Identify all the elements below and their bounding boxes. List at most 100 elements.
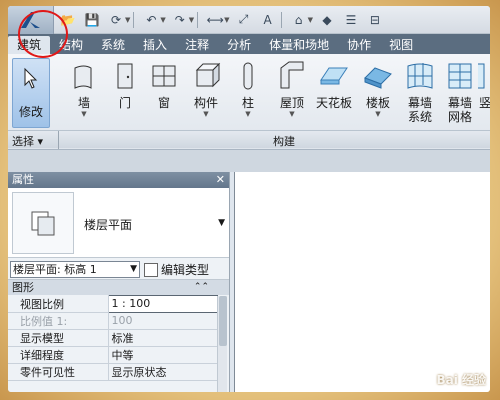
curtain-system-button[interactable]: 幕墙 系统	[400, 58, 440, 128]
tool-label: 门	[118, 96, 131, 110]
ceiling-button[interactable]: 天花板	[314, 58, 354, 128]
chevron-down-icon[interactable]: ▼	[218, 218, 225, 228]
chevron-down-icon[interactable]: ▼	[81, 110, 86, 118]
scrollbar-thumb[interactable]	[219, 296, 227, 346]
tool-label: 构件	[193, 96, 218, 110]
chevron-down-icon[interactable]: ▼	[160, 16, 165, 24]
separator	[133, 11, 135, 28]
tool-label: 天花板	[315, 96, 352, 110]
edit-type-button[interactable]: 编辑类型	[144, 261, 209, 278]
curtain-grid-icon	[448, 63, 472, 89]
modify-button[interactable]: 修改	[12, 58, 50, 128]
table-row: 比例值 1: 100	[8, 312, 218, 330]
floor-button[interactable]: 楼板 ▼	[358, 58, 398, 128]
ribbon-group-bar: 选择 ▾ 构建	[8, 130, 490, 149]
property-key: 显示模型	[8, 329, 109, 347]
tab-massing-site[interactable]: 体量和场地	[260, 36, 338, 54]
properties-title-bar[interactable]: 属性 ✕	[8, 172, 229, 188]
property-value[interactable]: 1 : 100	[107, 295, 218, 313]
cursor-icon	[24, 67, 38, 89]
property-value: 100	[108, 312, 218, 330]
dimension-icon[interactable]: ⤢	[234, 11, 254, 29]
section-label: 图形	[12, 281, 34, 294]
close-icon[interactable]: ✕	[216, 172, 225, 188]
tab-collaborate[interactable]: 协作	[338, 36, 380, 54]
drawing-canvas[interactable]	[234, 172, 490, 392]
properties-title: 属性	[12, 173, 34, 186]
tool-label: 竖	[478, 96, 490, 110]
property-key: 零件可见性	[8, 363, 109, 381]
door-button[interactable]: 门	[105, 58, 145, 128]
tab-annotate[interactable]: 注释	[176, 36, 218, 54]
tool-label: 墙	[77, 96, 90, 110]
close-hidden-icon[interactable]: ⊟	[365, 11, 385, 29]
redo-icon[interactable]: ↷	[170, 11, 190, 29]
tag-icon[interactable]: ◆	[317, 11, 337, 29]
options-bar	[8, 150, 490, 172]
separator	[280, 11, 282, 28]
wall-button[interactable]: 墙 ▼	[64, 58, 104, 128]
separator	[197, 11, 199, 28]
property-key: 视图比例	[8, 295, 109, 313]
door-icon	[117, 63, 133, 89]
3d-view-icon[interactable]: ⌂	[289, 11, 309, 29]
save-icon[interactable]: 💾	[82, 11, 102, 29]
collapse-icon[interactable]: ⌃⌃	[194, 280, 209, 295]
table-row: 详细程度 中等	[8, 346, 218, 364]
chevron-down-icon[interactable]: ▼	[245, 110, 250, 118]
list-icon[interactable]: ☰	[341, 11, 361, 29]
select-group-dropdown[interactable]: 选择 ▾	[12, 133, 43, 149]
tab-systems[interactable]: 系统	[92, 36, 134, 54]
component-button[interactable]: 构件 ▼	[186, 58, 226, 128]
tab-view[interactable]: 视图	[380, 36, 422, 54]
chevron-down-icon[interactable]: ▼	[189, 16, 194, 24]
text-icon[interactable]: A	[258, 11, 278, 29]
roof-icon	[280, 61, 304, 89]
chevron-down-icon[interactable]: ▼	[224, 16, 229, 24]
property-key: 比例值 1:	[8, 312, 109, 330]
property-table: 视图比例 1 : 100 比例值 1: 100 显示模型 标准 详细程度 中等 …	[8, 295, 218, 381]
tool-label: 楼板	[365, 96, 390, 110]
tool-label: 幕墙 网格	[447, 96, 472, 124]
tab-insert[interactable]: 插入	[134, 36, 176, 54]
property-value[interactable]: 显示原状态	[108, 363, 218, 381]
tool-label: 柱	[241, 96, 254, 110]
floor-plan-thumbnail	[12, 192, 74, 254]
properties-scrollbar[interactable]	[217, 296, 227, 392]
graphics-section-header[interactable]: 图形 ⌃⌃	[8, 280, 229, 295]
window-icon	[152, 65, 176, 87]
curtain-system-icon	[407, 63, 433, 89]
quick-access-toolbar: 📂 💾 ⟳ ▼ ↶ ▼ ↷ ▼ ⟷ ▼ ⤢ A ⌂ ▼ ◆ ☰ ⊟	[8, 6, 490, 34]
mullion-button[interactable]: 竖	[478, 58, 490, 128]
tab-analyze[interactable]: 分析	[218, 36, 260, 54]
chevron-down-icon[interactable]: ▼	[375, 110, 380, 118]
column-icon	[243, 62, 253, 90]
highlight-annotation-circle	[18, 10, 68, 58]
component-icon	[195, 62, 221, 88]
sync-icon[interactable]: ⟳	[106, 11, 126, 29]
instance-filter-select[interactable]: 楼层平面: 标高 1 ▼	[10, 261, 140, 278]
column-button[interactable]: 柱 ▼	[228, 58, 268, 128]
chevron-down-icon[interactable]: ▼	[308, 16, 313, 24]
tool-label: 窗	[157, 96, 170, 110]
property-key: 详细程度	[8, 346, 109, 364]
build-group-label: 构建	[273, 135, 295, 148]
revit-window: 📂 💾 ⟳ ▼ ↶ ▼ ↷ ▼ ⟷ ▼ ⤢ A ⌂ ▼ ◆ ☰ ⊟ 建筑 结构 系统 插入…	[8, 6, 490, 392]
curtain-grid-button[interactable]: 幕墙 网格	[440, 58, 480, 128]
table-row: 视图比例 1 : 100	[8, 295, 218, 313]
chevron-down-icon[interactable]: ▼	[289, 110, 294, 118]
type-selector[interactable]: 楼层平面 ▼	[8, 188, 229, 258]
chevron-down-icon[interactable]: ▼	[130, 262, 137, 277]
tool-label: 屋顶	[279, 96, 304, 110]
measure-icon[interactable]: ⟷	[205, 11, 225, 29]
property-value[interactable]: 中等	[108, 346, 218, 364]
roof-button[interactable]: 屋顶 ▼	[272, 58, 312, 128]
property-value[interactable]: 标准	[108, 329, 218, 347]
ceiling-icon	[320, 67, 348, 85]
window-button[interactable]: 窗	[144, 58, 184, 128]
undo-icon[interactable]: ↶	[141, 11, 161, 29]
ribbon-tabs: 建筑 结构 系统 插入 注释 分析 体量和场地 协作 视图	[8, 34, 490, 54]
ribbon-panel: 修改 墙 ▼ 门 窗 构件 ▼ 柱 ▼ 屋顶 ▼ 天花板 楼板 ▼ 幕墙 系统 …	[8, 54, 490, 150]
chevron-down-icon[interactable]: ▼	[203, 110, 208, 118]
chevron-down-icon[interactable]: ▼	[125, 16, 130, 24]
